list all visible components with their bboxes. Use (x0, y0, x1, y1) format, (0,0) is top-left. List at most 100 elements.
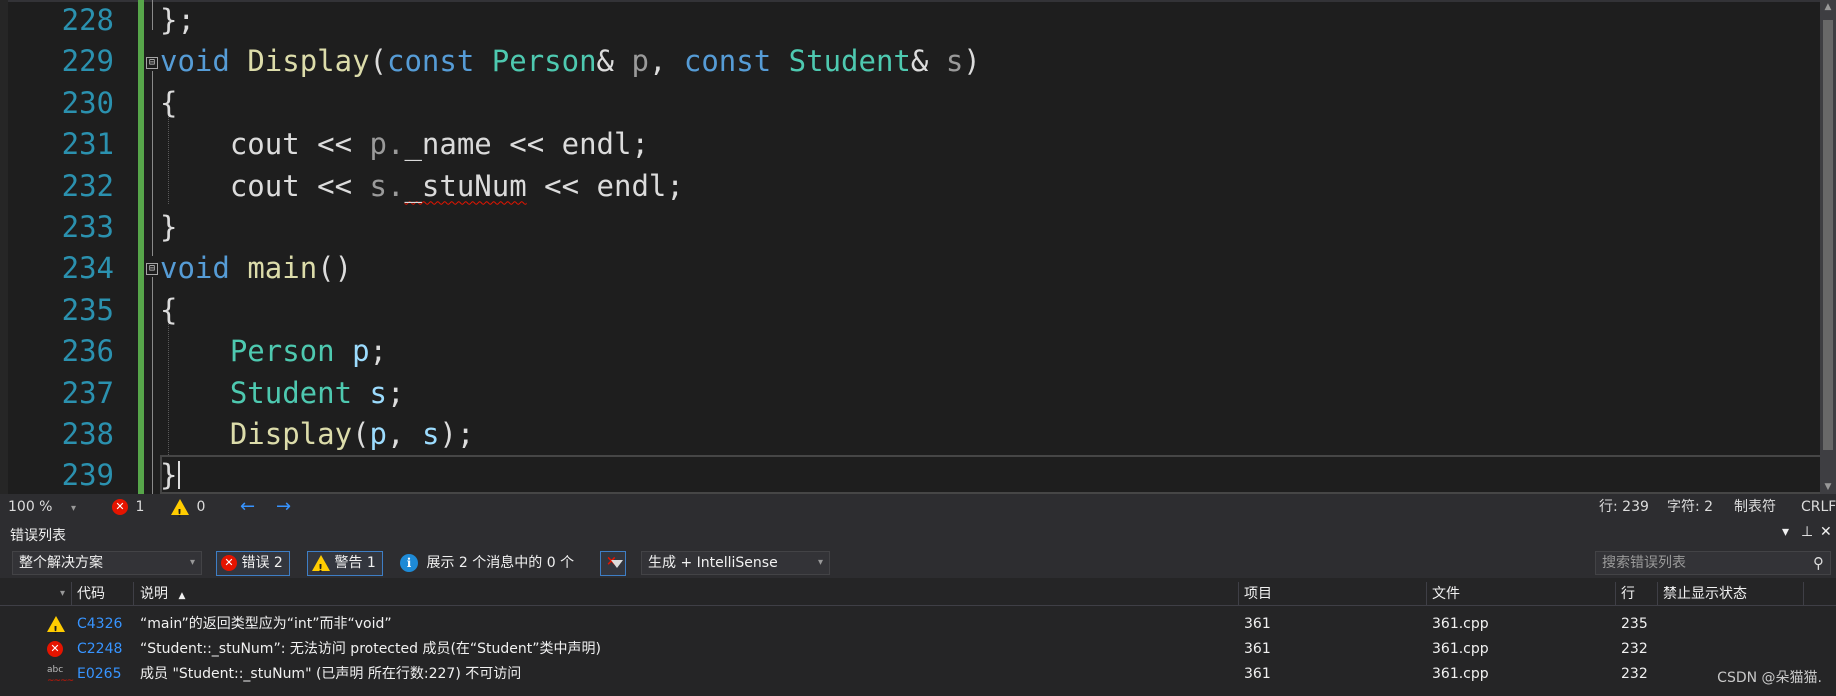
scrollbar-thumb[interactable] (1823, 20, 1833, 450)
row-description: 成员 "Student::_stuNum" (已声明 所在行数:227) 不可访… (140, 666, 522, 682)
code-token: ; (631, 127, 649, 162)
code-token: main (247, 251, 318, 286)
error-squiggle-token[interactable]: _stuNum (404, 169, 526, 203)
code-token: s (369, 375, 387, 410)
warnings-filter-button[interactable]: 警告 1 (307, 551, 383, 580)
code-token: void (160, 251, 230, 286)
search-error-list-input[interactable]: 搜索错误列表 ⚲ (1595, 551, 1831, 575)
column-divider[interactable] (133, 582, 134, 606)
error-code-link[interactable]: C2248 (77, 637, 122, 662)
error-count-indicator[interactable]: ✕ 1 (112, 494, 144, 520)
build-source-dropdown[interactable]: 生成 + IntelliSense ▾ (641, 551, 830, 575)
column-file[interactable]: 文件 (1432, 582, 1460, 606)
code-token: ; (387, 375, 405, 410)
row-file: 361.cpp (1432, 666, 1489, 682)
line-number: 235 (61, 292, 114, 327)
messages-filter-button[interactable]: i 展示 2 个消息中的 0 个 (400, 551, 574, 575)
code-token: { (160, 85, 178, 120)
error-code-link[interactable]: E0265 (77, 662, 121, 687)
column-divider[interactable] (71, 582, 72, 606)
navigate-forward-icon[interactable]: → (276, 494, 291, 520)
code-line-237: Student s; (160, 373, 1806, 414)
column-project[interactable]: 项目 (1244, 582, 1272, 606)
column-line[interactable]: 行 (1621, 582, 1635, 606)
panel-menu-icon[interactable]: ▾ (1782, 524, 1789, 540)
filter-column-icon[interactable]: ▾ (60, 582, 65, 606)
error-list-panel: 错误列表 ▾ ⊥ ✕ 整个解决方案 ▾ ✕ 错误 2 警告 1 i 展示 2 个… (0, 520, 1836, 696)
code-token: ( (369, 44, 387, 79)
outline-scope-line (152, 71, 153, 256)
code-token: p. (369, 127, 405, 162)
code-line-231: cout << p._name << endl; (160, 124, 1806, 165)
cursor-line[interactable]: 行: 239 (1599, 494, 1649, 520)
column-divider[interactable] (1426, 582, 1427, 606)
close-icon[interactable]: ✕ (1820, 524, 1832, 540)
code-token: endl (596, 168, 667, 203)
scope-value: 整个解决方案 (19, 555, 103, 571)
code-token: Student (229, 375, 353, 410)
code-token: cout (229, 168, 300, 203)
code-token: ; (666, 168, 684, 203)
error-table-header: ▾ 代码 说明 ▲ 项目 文件 行 禁止显示状态 (0, 582, 1836, 606)
code-token: ) (439, 416, 457, 451)
chevron-down-icon: ▾ (70, 503, 76, 514)
column-divider[interactable] (1803, 582, 1804, 606)
code-line-235: { (160, 290, 1806, 331)
collapse-display-icon[interactable]: ⊟ (146, 57, 158, 69)
scroll-up-icon[interactable]: ▲ (1820, 2, 1836, 12)
scroll-down-icon[interactable]: ▼ (1820, 482, 1836, 492)
error-list-toolbar: 整个解决方案 ▾ ✕ 错误 2 警告 1 i 展示 2 个消息中的 0 个 × … (0, 548, 1836, 580)
text-caret (178, 461, 180, 489)
outline-scope-line (152, 0, 153, 30)
line-number: 230 (61, 85, 114, 120)
column-divider[interactable] (1615, 582, 1616, 606)
column-divider[interactable] (1657, 582, 1658, 606)
column-code[interactable]: 代码 (77, 582, 105, 606)
code-token: void (160, 44, 230, 79)
errors-filter-button[interactable]: ✕ 错误 2 (216, 551, 290, 576)
code-token: p (631, 44, 649, 79)
search-icon[interactable]: ⚲ (1813, 552, 1824, 574)
code-token: , (387, 416, 405, 451)
error-icon: ✕ (47, 641, 63, 657)
code-text[interactable]: }; void Display(const Person& p, const S… (160, 0, 1806, 494)
code-token: s (945, 44, 964, 79)
column-description[interactable]: 说明 ▲ (140, 582, 185, 606)
warning-icon (312, 555, 330, 580)
chevron-down-icon: ▾ (189, 557, 195, 568)
indent-mode[interactable]: 制表符 (1734, 494, 1776, 520)
vertical-scrollbar[interactable]: ▲ ▼ (1820, 0, 1836, 494)
table-row-warning[interactable]: C4326 “main”的返回类型应为“int”而非“void” 361 361… (0, 612, 1836, 643)
code-token: { (160, 292, 178, 327)
code-token: << (317, 168, 353, 203)
collapse-main-icon[interactable]: ⊟ (146, 263, 158, 275)
code-token: const (387, 44, 475, 79)
code-token: << (317, 127, 353, 162)
row-file: 361.cpp (1432, 641, 1489, 657)
error-count: 1 (135, 499, 145, 515)
line-ending[interactable]: CRLF (1801, 494, 1836, 520)
code-editor[interactable]: 228 229 230 231 232 233 234 235 236 237 … (0, 0, 1836, 494)
error-icon: ✕ (221, 555, 237, 571)
line-number: 234 (61, 251, 114, 286)
row-severity (47, 612, 65, 643)
column-divider[interactable] (1238, 582, 1239, 606)
table-row-intellisense[interactable]: abc ~~~~ E0265 成员 "Student::_stuNum" (已声… (0, 662, 1836, 687)
code-token: } (160, 209, 178, 244)
navigate-back-icon[interactable]: ← (240, 494, 255, 520)
scope-dropdown[interactable]: 整个解决方案 ▾ (12, 551, 202, 575)
cursor-char[interactable]: 字符: 2 (1667, 494, 1713, 520)
table-row-error[interactable]: ✕ C2248 “Student::_stuNum”: 无法访问 protect… (0, 637, 1836, 662)
code-line-230: { (160, 83, 1806, 124)
chevron-down-icon: ▾ (817, 557, 823, 568)
warning-count-indicator[interactable]: 0 (171, 494, 206, 527)
filter-toggle-button[interactable]: × (600, 551, 626, 576)
line-number: 231 (61, 127, 114, 162)
error-code-link[interactable]: C4326 (77, 612, 122, 637)
editor-left-margin (0, 0, 8, 494)
column-suppression[interactable]: 禁止显示状态 (1663, 582, 1747, 606)
zoom-dropdown[interactable]: 100 % ▾ (8, 494, 76, 520)
pin-icon[interactable]: ⊥ (1801, 524, 1813, 540)
outline-scope-line (152, 277, 153, 494)
warning-count: 0 (196, 499, 206, 515)
